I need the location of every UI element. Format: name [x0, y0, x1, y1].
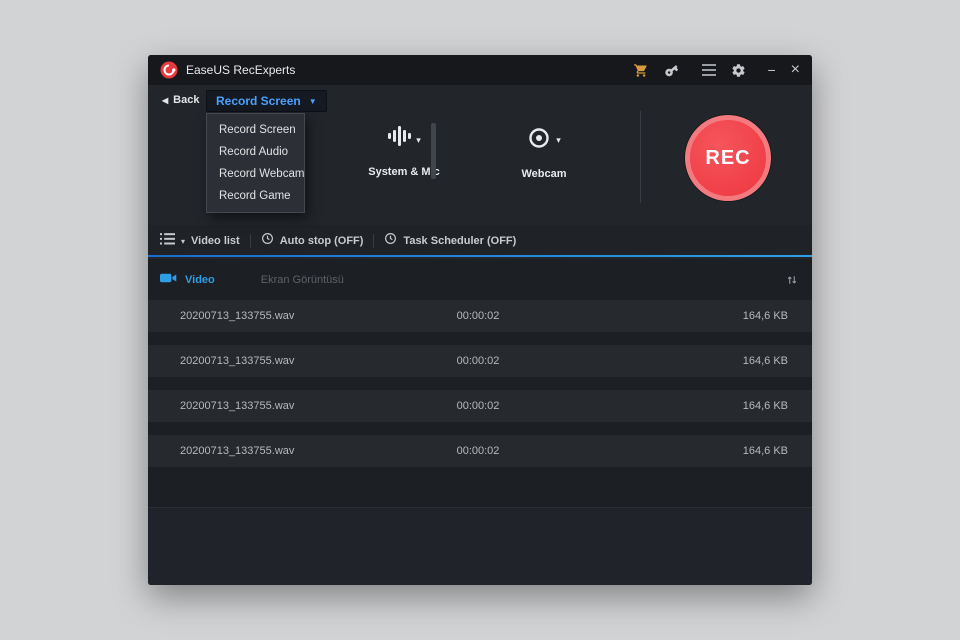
list-icon	[160, 232, 175, 250]
webcam-selector[interactable]: ▾ Webcam	[484, 127, 604, 180]
back-label: Back	[173, 94, 200, 106]
settings-gear-icon[interactable]	[731, 63, 746, 78]
rec-button-label: REC	[705, 146, 751, 169]
sort-button[interactable]	[786, 274, 798, 286]
app-window: EaseUS RecExperts − × ◀ Back Record Scre…	[148, 55, 812, 585]
chevron-down-icon: ▾	[556, 134, 561, 145]
list-header: Video Ekran Görüntüsü	[160, 267, 798, 293]
tab-screenshot[interactable]: Ekran Görüntüsü	[261, 274, 344, 286]
back-button[interactable]: ◀ Back	[162, 94, 199, 106]
video-list-label: Video list	[191, 235, 240, 247]
tab-video[interactable]: Video	[160, 271, 215, 289]
empty-list-footer	[148, 507, 812, 585]
menu-item-record-screen[interactable]: Record Screen	[207, 119, 304, 141]
app-logo-icon	[160, 61, 178, 79]
system-mic-label: System & Mic	[368, 166, 440, 178]
auto-stop-clock-icon	[261, 232, 274, 250]
close-button[interactable]: ×	[791, 62, 800, 78]
video-list-selector[interactable]: ▾ Video list	[160, 232, 240, 250]
back-arrow-icon: ◀	[162, 95, 169, 105]
chevron-down-icon: ▼	[308, 96, 317, 106]
vertical-divider	[640, 111, 641, 203]
app-title: EaseUS RecExperts	[186, 63, 296, 77]
audio-level-meter	[431, 123, 436, 179]
tab-video-label: Video	[185, 274, 215, 286]
title-bar: EaseUS RecExperts − ×	[148, 55, 812, 85]
file-size: 164,6 KB	[742, 355, 788, 367]
file-duration: 00:00:02	[456, 355, 500, 367]
audio-bars-icon	[387, 124, 412, 153]
recording-row[interactable]: 20200713_133755.wav 00:00:02 164,6 KB	[148, 390, 812, 422]
recording-row[interactable]: 20200713_133755.wav 00:00:02 164,6 KB	[148, 300, 812, 332]
record-controls-section: ◀ Back Record Screen ▼ Record Screen Rec…	[148, 85, 812, 225]
file-size: 164,6 KB	[742, 445, 788, 457]
record-mode-menu: Record Screen Record Audio Record Webcam…	[206, 113, 305, 213]
recording-row[interactable]: 20200713_133755.wav 00:00:02 164,6 KB	[148, 345, 812, 377]
auto-stop-button[interactable]: Auto stop (OFF)	[261, 232, 364, 250]
menu-item-record-audio[interactable]: Record Audio	[207, 141, 304, 163]
file-size: 164,6 KB	[742, 310, 788, 322]
recordings-list-area: Video Ekran Görüntüsü 20200713_133755.wa…	[148, 259, 812, 585]
chevron-down-icon: ▾	[416, 134, 421, 145]
webcam-label: Webcam	[521, 167, 567, 180]
camcorder-icon	[160, 271, 177, 289]
recordings-toolbar: ▾ Video list Auto stop (OFF) Task Schedu…	[148, 225, 812, 257]
file-duration: 00:00:02	[456, 445, 500, 457]
record-mode-selected: Record Screen	[216, 94, 301, 108]
file-duration: 00:00:02	[456, 400, 500, 412]
chevron-down-icon: ▾	[181, 236, 186, 246]
webcam-lens-icon	[527, 126, 551, 155]
activation-key-icon[interactable]	[661, 59, 682, 80]
task-scheduler-button[interactable]: Task Scheduler (OFF)	[384, 232, 516, 250]
toolbar-divider	[373, 234, 375, 248]
rec-button[interactable]: REC	[685, 115, 771, 201]
system-mic-selector[interactable]: ▾ System & Mic	[344, 124, 464, 178]
file-duration: 00:00:02	[456, 310, 500, 322]
task-scheduler-label: Task Scheduler (OFF)	[403, 235, 517, 247]
record-mode-dropdown[interactable]: Record Screen ▼	[206, 90, 327, 112]
toolbar-divider	[249, 234, 251, 248]
file-name: 20200713_133755.wav	[180, 310, 295, 322]
cart-icon[interactable]	[633, 63, 649, 78]
minimize-button[interactable]: −	[767, 63, 775, 77]
recording-row[interactable]: 20200713_133755.wav 00:00:02 164,6 KB	[148, 435, 812, 467]
file-name: 20200713_133755.wav	[180, 445, 295, 457]
menu-item-record-webcam[interactable]: Record Webcam	[207, 163, 304, 185]
menu-item-record-game[interactable]: Record Game	[207, 185, 304, 207]
menu-icon[interactable]	[702, 64, 717, 76]
file-name: 20200713_133755.wav	[180, 400, 295, 412]
auto-stop-label: Auto stop (OFF)	[279, 235, 364, 247]
file-size: 164,6 KB	[742, 400, 788, 412]
task-scheduler-clock-icon	[384, 232, 397, 250]
file-name: 20200713_133755.wav	[180, 355, 295, 367]
